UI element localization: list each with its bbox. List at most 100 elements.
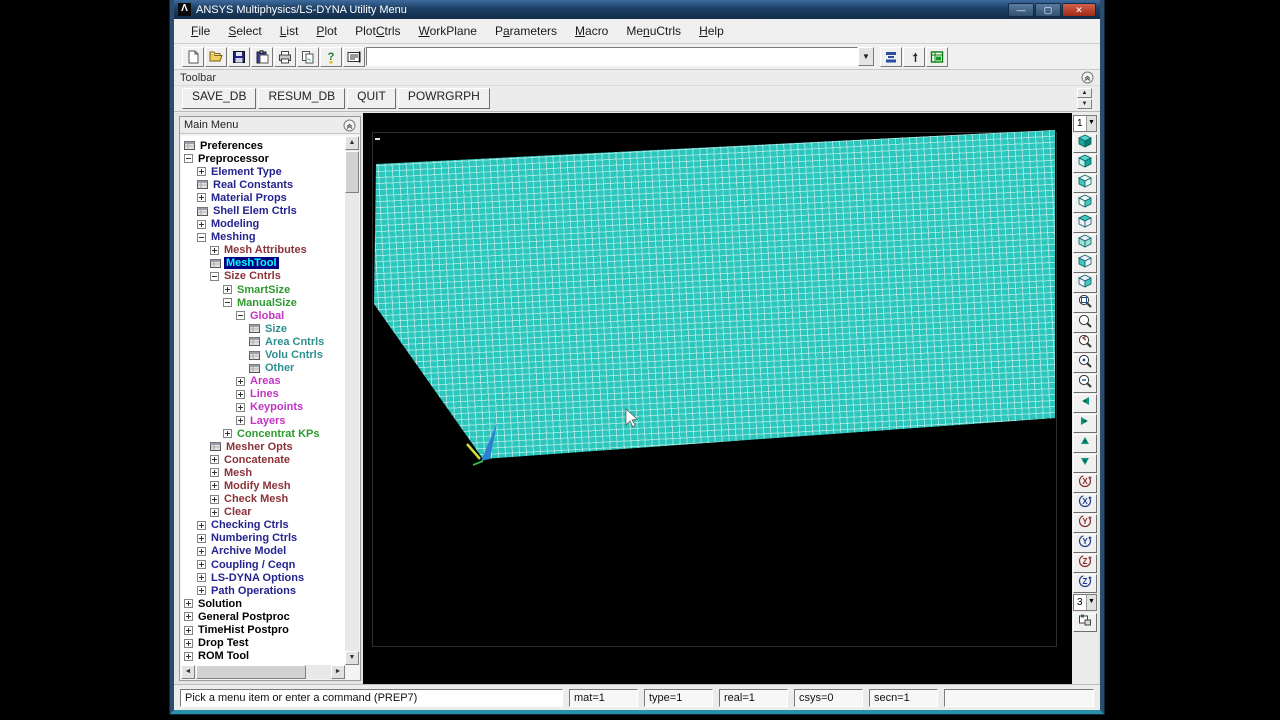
collapse-icon[interactable] bbox=[197, 232, 206, 242]
open-folder-button[interactable] bbox=[205, 46, 227, 67]
fit-view-button[interactable] bbox=[1073, 294, 1097, 313]
tree-item-areas[interactable]: Areas bbox=[181, 375, 345, 388]
menu-select[interactable]: Select bbox=[219, 21, 270, 41]
expand-icon[interactable] bbox=[184, 638, 193, 648]
tree-scroll-left-button[interactable]: ◄ bbox=[181, 665, 195, 679]
pan-up-button[interactable] bbox=[1073, 434, 1097, 453]
tree-item-keypoints[interactable]: Keypoints bbox=[181, 401, 345, 414]
expand-icon[interactable] bbox=[184, 625, 193, 635]
powrgrph-button[interactable]: POWRGRPH bbox=[397, 88, 490, 109]
save_db-button[interactable]: SAVE_DB bbox=[182, 88, 257, 109]
menu-file[interactable]: File bbox=[182, 21, 219, 41]
tree-item-concentrat-kps[interactable]: Concentrat KPs bbox=[181, 427, 345, 440]
expand-icon[interactable] bbox=[197, 219, 206, 229]
resum_db-button[interactable]: RESUM_DB bbox=[258, 88, 346, 109]
save-button[interactable] bbox=[228, 46, 250, 67]
rotation-rate-select[interactable]: 3 ▼ bbox=[1073, 594, 1097, 611]
tree-item-manualsize[interactable]: ManualSize bbox=[181, 296, 345, 309]
rotate-z-neg-button[interactable]: Z bbox=[1073, 554, 1097, 573]
expand-icon[interactable] bbox=[223, 285, 232, 295]
tree-item-concatenate[interactable]: Concatenate bbox=[181, 453, 345, 466]
help-key-button[interactable]: ? bbox=[320, 46, 342, 67]
tree-item-real-constants[interactable]: Real Constants bbox=[181, 178, 345, 191]
oblique-view-button[interactable] bbox=[1073, 154, 1097, 173]
expand-icon[interactable] bbox=[210, 455, 219, 465]
top-view-button[interactable] bbox=[1073, 214, 1097, 233]
front-view-button[interactable] bbox=[1073, 174, 1097, 193]
tree-item-meshing[interactable]: Meshing bbox=[181, 231, 345, 244]
raise-hidden-button[interactable] bbox=[880, 46, 902, 67]
tree-vscroll-thumb[interactable] bbox=[345, 151, 359, 193]
collapse-icon[interactable] bbox=[184, 154, 193, 164]
toolbar-collapse-icon[interactable] bbox=[1081, 71, 1094, 84]
expand-icon[interactable] bbox=[210, 507, 219, 517]
rotate-z-pos-button[interactable]: Z bbox=[1073, 574, 1097, 593]
tree-item-mesh-attributes[interactable]: Mesh Attributes bbox=[181, 244, 345, 257]
expand-icon[interactable] bbox=[197, 533, 206, 543]
zoom-in-button[interactable] bbox=[1073, 354, 1097, 373]
rotate-y-neg-button[interactable]: Y bbox=[1073, 514, 1097, 533]
menu-menuctrls[interactable]: MenuCtrls bbox=[617, 21, 690, 41]
tree-item-other[interactable]: Other bbox=[181, 362, 345, 375]
tree-item-coupling-ceqn[interactable]: Coupling / Ceqn bbox=[181, 558, 345, 571]
tree-item-meshtool[interactable]: MeshTool bbox=[181, 257, 345, 270]
tree-item-size-cntrls[interactable]: Size Cntrls bbox=[181, 270, 345, 283]
expand-icon[interactable] bbox=[210, 481, 219, 491]
expand-icon[interactable] bbox=[210, 245, 219, 255]
tree-item-check-mesh[interactable]: Check Mesh bbox=[181, 493, 345, 506]
tree-item-shell-elem-ctrls[interactable]: Shell Elem Ctrls bbox=[181, 204, 345, 217]
pan-left-button[interactable] bbox=[1073, 394, 1097, 413]
reset-picking-button[interactable]: ⌄ bbox=[903, 46, 925, 67]
graphics-window[interactable] bbox=[363, 113, 1081, 684]
pan-down-button[interactable] bbox=[1073, 454, 1097, 473]
expand-icon[interactable] bbox=[236, 416, 245, 426]
tree-item-rom-tool[interactable]: ROM Tool bbox=[181, 650, 345, 663]
tree-item-material-props[interactable]: Material Props bbox=[181, 191, 345, 204]
collapse-icon[interactable] bbox=[236, 311, 245, 321]
new-file-button[interactable] bbox=[182, 46, 204, 67]
collapse-icon[interactable] bbox=[210, 271, 219, 281]
tree-item-layers[interactable]: Layers bbox=[181, 414, 345, 427]
menu-parameters[interactable]: Parameters bbox=[486, 21, 566, 41]
right-view-button[interactable] bbox=[1073, 274, 1097, 293]
tree-item-path-operations[interactable]: Path Operations bbox=[181, 584, 345, 597]
contact-manager-button[interactable] bbox=[926, 46, 948, 67]
collapse-icon[interactable] bbox=[223, 298, 232, 308]
expand-icon[interactable] bbox=[236, 376, 245, 386]
menu-help[interactable]: Help bbox=[690, 21, 733, 41]
left-view-button[interactable] bbox=[1073, 254, 1097, 273]
command-history-dropdown[interactable]: ▼ bbox=[858, 47, 874, 66]
tree-item-checking-ctrls[interactable]: Checking Ctrls bbox=[181, 519, 345, 532]
tree-scroll-up-button[interactable]: ▲ bbox=[345, 136, 359, 150]
expand-icon[interactable] bbox=[197, 520, 206, 530]
tree-item-general-postproc[interactable]: General Postproc bbox=[181, 610, 345, 623]
main-menu-collapse-icon[interactable] bbox=[343, 119, 356, 132]
tree-item-modeling[interactable]: Modeling bbox=[181, 218, 345, 231]
menu-plotctrls[interactable]: PlotCtrls bbox=[346, 21, 409, 41]
tree-item-area-cntrls[interactable]: Area Cntrls bbox=[181, 335, 345, 348]
zoom-button[interactable] bbox=[1073, 314, 1097, 333]
expand-icon[interactable] bbox=[197, 546, 206, 556]
copy-button[interactable] bbox=[297, 46, 319, 67]
paste-button[interactable] bbox=[251, 46, 273, 67]
zoom-back-button[interactable] bbox=[1073, 334, 1097, 353]
tree-item-smartsize[interactable]: SmartSize bbox=[181, 283, 345, 296]
window-number-select[interactable]: 1 ▼ bbox=[1073, 115, 1097, 132]
tree-item-timehist-postpro[interactable]: TimeHist Postpro bbox=[181, 623, 345, 636]
expand-icon[interactable] bbox=[210, 494, 219, 504]
menu-plot[interactable]: Plot bbox=[307, 21, 346, 41]
expand-icon[interactable] bbox=[197, 560, 206, 570]
command-input[interactable] bbox=[366, 47, 858, 66]
tree-item-lines[interactable]: Lines bbox=[181, 388, 345, 401]
quit-button[interactable]: QUIT bbox=[347, 88, 396, 109]
minimize-button[interactable]: — bbox=[1008, 2, 1034, 17]
toolbar-scroll-down-button[interactable]: ▼ bbox=[1077, 99, 1092, 109]
tree-item-numbering-ctrls[interactable]: Numbering Ctrls bbox=[181, 532, 345, 545]
tree-scroll-right-button[interactable]: ► bbox=[331, 665, 345, 679]
expand-icon[interactable] bbox=[236, 402, 245, 412]
tree-item-volu-cntrls[interactable]: Volu Cntrls bbox=[181, 349, 345, 362]
expand-icon[interactable] bbox=[197, 167, 206, 177]
tree-item-mesh[interactable]: Mesh bbox=[181, 466, 345, 479]
zoom-out-button[interactable] bbox=[1073, 374, 1097, 393]
print-button[interactable] bbox=[274, 46, 296, 67]
